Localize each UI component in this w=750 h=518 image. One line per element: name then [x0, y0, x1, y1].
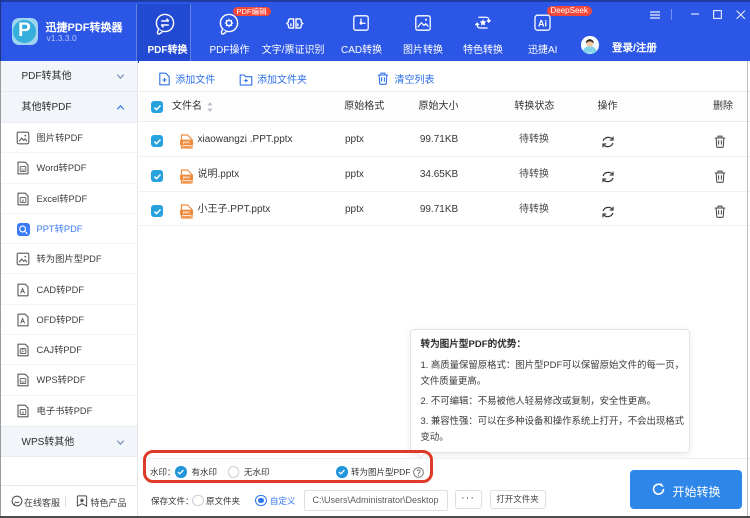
svg-text:w: w: [21, 168, 25, 173]
svg-text:e: e: [22, 410, 25, 415]
svg-text:e: e: [22, 198, 25, 203]
svg-text:PPT: PPT: [183, 176, 191, 180]
svg-text:w: w: [21, 380, 25, 385]
svg-text:PPT: PPT: [183, 211, 191, 215]
svg-text:Ai: Ai: [538, 18, 547, 28]
svg-text:PPT: PPT: [183, 141, 191, 145]
